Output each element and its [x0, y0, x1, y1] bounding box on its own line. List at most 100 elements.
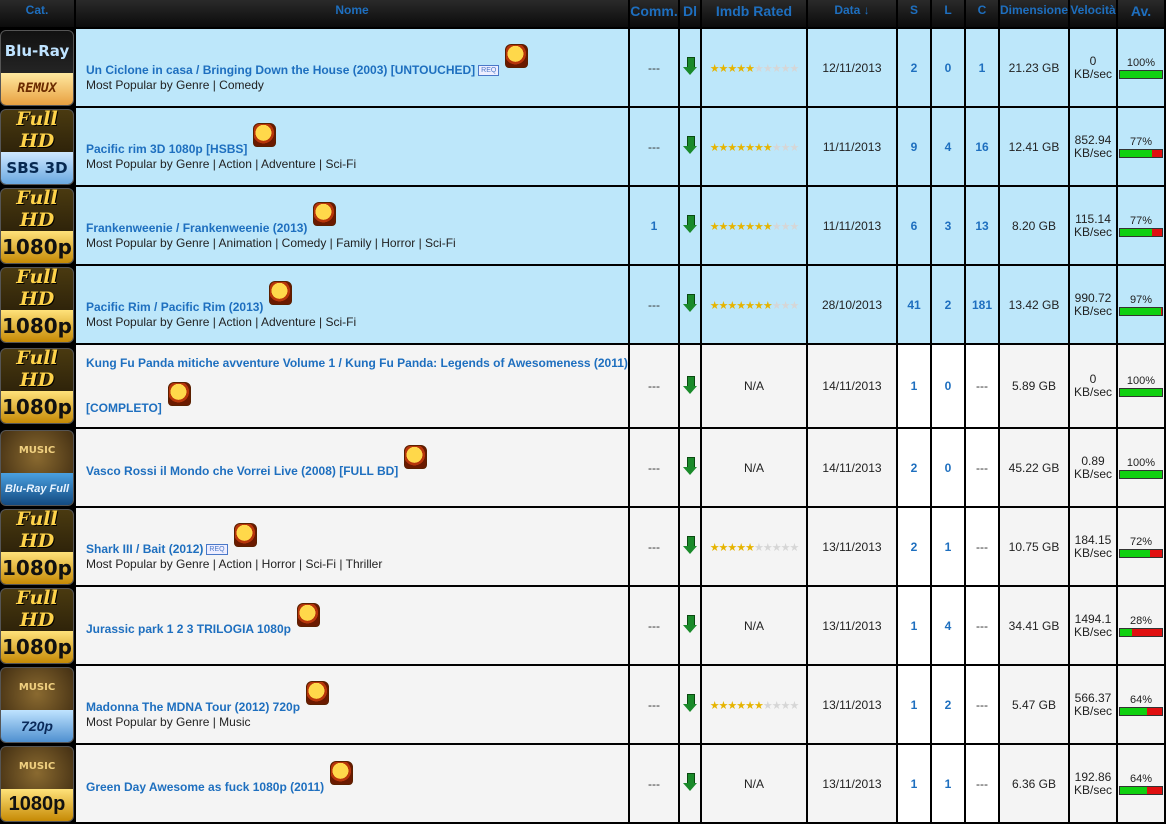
- seeders-cell[interactable]: 2: [898, 508, 930, 585]
- comments-cell[interactable]: ---: [630, 587, 678, 664]
- seeders-cell[interactable]: 2: [898, 29, 930, 106]
- completed-count[interactable]: ---: [976, 461, 988, 475]
- download-cell[interactable]: [680, 666, 700, 743]
- leechers-count[interactable]: 3: [945, 219, 952, 233]
- category-badge-icon[interactable]: MUSIC Blu-Ray Full: [0, 429, 74, 506]
- download-cell[interactable]: [680, 29, 700, 106]
- leechers-count[interactable]: 4: [945, 140, 952, 154]
- leechers-count[interactable]: 1: [945, 777, 952, 791]
- category-cell[interactable]: Full HD SBS 3D: [0, 108, 74, 185]
- category-badge-icon[interactable]: Full HD 1080p: [0, 187, 74, 264]
- leechers-count[interactable]: 4: [945, 619, 952, 633]
- download-cell[interactable]: [680, 108, 700, 185]
- category-badge-icon[interactable]: Full HD 1080p: [0, 587, 74, 664]
- comments-cell[interactable]: ---: [630, 345, 678, 427]
- download-arrow-icon[interactable]: [683, 215, 697, 233]
- leechers-count[interactable]: 0: [945, 379, 952, 393]
- comments-cell[interactable]: ---: [630, 666, 678, 743]
- seeders-cell[interactable]: 1: [898, 345, 930, 427]
- completed-count[interactable]: ---: [976, 777, 988, 791]
- download-arrow-icon[interactable]: [683, 773, 697, 791]
- completed-cell[interactable]: ---: [966, 508, 998, 585]
- comments-count[interactable]: ---: [648, 140, 660, 154]
- category-cell[interactable]: Full HD 1080p: [0, 345, 74, 427]
- comments-cell[interactable]: 1: [630, 187, 678, 264]
- torrent-title-link[interactable]: Frankenweenie / Frankenweenie (2013): [86, 221, 307, 235]
- seeders-count[interactable]: 1: [911, 379, 918, 393]
- download-arrow-icon[interactable]: [683, 294, 697, 312]
- seeders-count[interactable]: 41: [907, 298, 920, 312]
- leechers-cell[interactable]: 1: [932, 745, 964, 822]
- category-cell[interactable]: MUSIC Blu-Ray Full: [0, 429, 74, 506]
- leechers-count[interactable]: 1: [945, 540, 952, 554]
- completed-cell[interactable]: ---: [966, 429, 998, 506]
- comments-cell[interactable]: ---: [630, 29, 678, 106]
- download-arrow-icon[interactable]: [683, 536, 697, 554]
- comments-cell[interactable]: ---: [630, 108, 678, 185]
- col-header-imdb[interactable]: Imdb Rated: [702, 0, 806, 27]
- category-badge-icon[interactable]: Full HD SBS 3D: [0, 108, 74, 185]
- download-cell[interactable]: [680, 429, 700, 506]
- col-header-speed[interactable]: Velocità: [1070, 0, 1116, 27]
- comments-cell[interactable]: ---: [630, 508, 678, 585]
- col-header-name[interactable]: Nome: [76, 0, 628, 27]
- completed-cell[interactable]: 16: [966, 108, 998, 185]
- torrent-title-link[interactable]: Shark III / Bait (2012): [86, 542, 203, 556]
- category-badge-icon[interactable]: Full HD 1080p: [0, 266, 74, 343]
- col-header-completed[interactable]: C: [966, 0, 998, 27]
- seeders-count[interactable]: 6: [911, 219, 918, 233]
- category-cell[interactable]: MUSIC 720p: [0, 666, 74, 743]
- download-cell[interactable]: [680, 508, 700, 585]
- comments-count[interactable]: ---: [648, 461, 660, 475]
- completed-cell[interactable]: ---: [966, 745, 998, 822]
- comments-count[interactable]: ---: [648, 777, 660, 791]
- torrent-title-link[interactable]: Jurassic park 1 2 3 TRILOGIA 1080p: [86, 622, 291, 636]
- col-header-date[interactable]: Data ↓: [808, 0, 896, 27]
- torrent-title-link[interactable]: Green Day Awesome as fuck 1080p (2011): [86, 780, 324, 794]
- leechers-cell[interactable]: 4: [932, 108, 964, 185]
- torrent-title-link[interactable]: Pacific rim 3D 1080p [HSBS]: [86, 142, 247, 156]
- seeders-cell[interactable]: 9: [898, 108, 930, 185]
- torrent-title-link[interactable]: Vasco Rossi il Mondo che Vorrei Live (20…: [86, 464, 398, 478]
- helmet-icon[interactable]: [404, 445, 428, 469]
- completed-count[interactable]: 1: [979, 61, 986, 75]
- col-header-leechers[interactable]: L: [932, 0, 964, 27]
- category-badge-icon[interactable]: Full HD 1080p: [0, 348, 74, 424]
- seeders-cell[interactable]: 1: [898, 587, 930, 664]
- seeders-count[interactable]: 1: [911, 777, 918, 791]
- helmet-icon[interactable]: [306, 680, 330, 705]
- seeders-cell[interactable]: 2: [898, 429, 930, 506]
- comments-cell[interactable]: ---: [630, 745, 678, 822]
- leechers-cell[interactable]: 3: [932, 187, 964, 264]
- download-arrow-icon[interactable]: [683, 57, 697, 75]
- leechers-cell[interactable]: 2: [932, 666, 964, 743]
- download-cell[interactable]: [680, 266, 700, 343]
- completed-cell[interactable]: ---: [966, 666, 998, 743]
- leechers-cell[interactable]: 0: [932, 29, 964, 106]
- comments-count[interactable]: ---: [648, 619, 660, 633]
- leechers-count[interactable]: 0: [945, 461, 952, 475]
- helmet-icon[interactable]: [233, 522, 257, 547]
- category-badge-icon[interactable]: MUSIC 1080p: [0, 745, 74, 822]
- completed-cell[interactable]: ---: [966, 587, 998, 664]
- col-header-seeders[interactable]: S: [898, 0, 930, 27]
- completed-cell[interactable]: ---: [966, 345, 998, 427]
- category-badge-icon[interactable]: MUSIC 720p: [0, 666, 74, 743]
- completed-cell[interactable]: 13: [966, 187, 998, 264]
- category-cell[interactable]: Full HD 1080p: [0, 587, 74, 664]
- completed-count[interactable]: ---: [976, 619, 988, 633]
- category-badge-icon[interactable]: Full HD 1080p: [0, 508, 74, 585]
- download-cell[interactable]: [680, 587, 700, 664]
- seeders-count[interactable]: 9: [911, 140, 918, 154]
- completed-count[interactable]: ---: [976, 540, 988, 554]
- download-arrow-icon[interactable]: [683, 694, 697, 712]
- comments-count[interactable]: ---: [648, 540, 660, 554]
- col-header-availability[interactable]: Av.: [1118, 0, 1164, 27]
- col-header-comm[interactable]: Comm.: [630, 0, 678, 27]
- leechers-cell[interactable]: 0: [932, 345, 964, 427]
- leechers-count[interactable]: 0: [945, 61, 952, 75]
- torrent-title-link[interactable]: Pacific Rim / Pacific Rim (2013): [86, 300, 263, 314]
- seeders-cell[interactable]: 1: [898, 745, 930, 822]
- download-arrow-icon[interactable]: [683, 615, 697, 633]
- col-header-cat[interactable]: Cat.: [0, 0, 74, 27]
